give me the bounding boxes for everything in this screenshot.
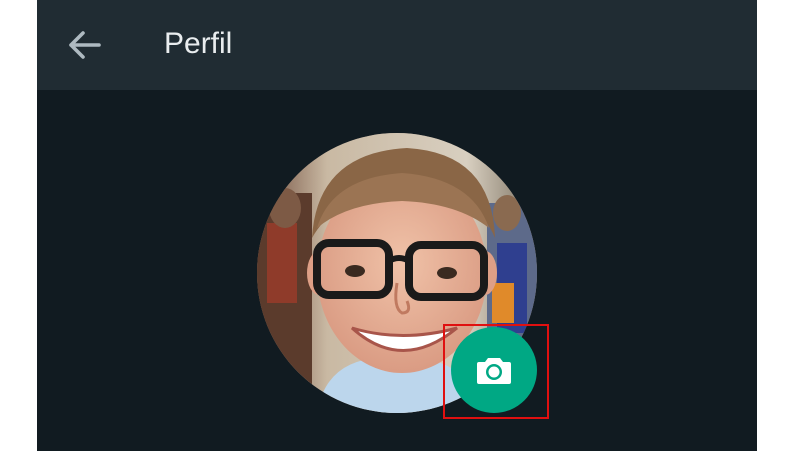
arrow-left-icon bbox=[69, 31, 101, 59]
profile-screen: Perfil bbox=[37, 0, 757, 451]
back-button[interactable] bbox=[61, 21, 109, 69]
app-bar: Perfil bbox=[37, 0, 757, 90]
camera-icon bbox=[477, 358, 511, 384]
page-title: Perfil bbox=[164, 27, 233, 60]
change-photo-button[interactable] bbox=[451, 327, 537, 413]
